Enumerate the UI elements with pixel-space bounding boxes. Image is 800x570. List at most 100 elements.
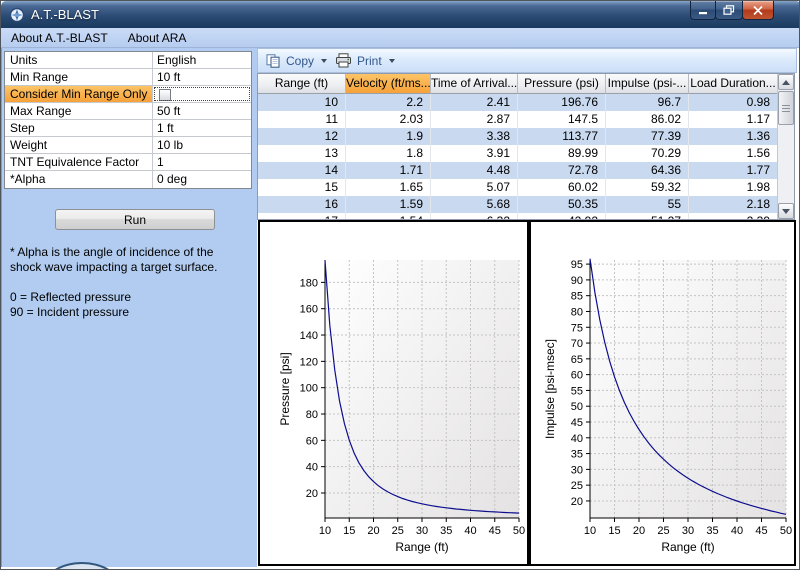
table-cell[interactable]: 15 <box>258 179 346 196</box>
table-cell[interactable]: 70.29 <box>606 145 689 162</box>
property-row[interactable]: Step1 ft <box>5 120 251 137</box>
property-row[interactable]: Weight10 lb <box>5 137 251 154</box>
table-cell[interactable]: 11 <box>258 111 346 128</box>
column-header[interactable]: Load Duration... <box>689 74 778 94</box>
close-button[interactable] <box>742 1 774 20</box>
table-cell[interactable]: 1.36 <box>689 128 778 145</box>
property-value[interactable]: 50 ft <box>153 103 251 119</box>
table-cell[interactable]: 55 <box>606 196 689 213</box>
table-cell[interactable]: 2.03 <box>346 111 431 128</box>
property-row[interactable]: *Alpha0 deg <box>5 171 251 188</box>
property-value[interactable]: 10 ft <box>153 69 251 85</box>
table-cell[interactable]: 1.17 <box>689 111 778 128</box>
property-value[interactable]: 1 <box>153 154 251 170</box>
copy-button[interactable]: Copy <box>266 54 327 68</box>
table-cell[interactable]: 42.92 <box>518 213 606 220</box>
property-value[interactable]: 1 ft <box>153 120 251 136</box>
table-cell[interactable]: 1.98 <box>689 179 778 196</box>
table-cell[interactable]: 2.41 <box>431 94 518 111</box>
svg-text:50: 50 <box>571 401 583 413</box>
app-icon[interactable] <box>9 7 25 23</box>
table-row[interactable]: 161.595.6850.35552.18 <box>258 196 794 213</box>
svg-text:40: 40 <box>306 462 318 474</box>
table-cell[interactable]: 96.7 <box>606 94 689 111</box>
table-cell[interactable]: 1.65 <box>346 179 431 196</box>
table-cell[interactable]: 1.71 <box>346 162 431 179</box>
table-cell[interactable]: 77.39 <box>606 128 689 145</box>
scrollbar-thumb[interactable] <box>778 91 794 125</box>
table-cell[interactable]: 1.56 <box>689 145 778 162</box>
print-button[interactable]: Print <box>335 53 395 68</box>
table-cell[interactable]: 113.77 <box>518 128 606 145</box>
table-cell[interactable]: 1.8 <box>346 145 431 162</box>
table-cell[interactable]: 2.87 <box>431 111 518 128</box>
restore-button[interactable] <box>715 1 743 20</box>
table-row[interactable]: 121.93.38113.7777.391.36 <box>258 128 794 145</box>
menu-about-ara[interactable]: About ARA <box>118 28 197 47</box>
table-row[interactable]: 102.22.41196.7696.70.98 <box>258 94 794 111</box>
property-row[interactable]: UnitsEnglish <box>5 52 251 69</box>
property-value[interactable]: 0 deg <box>153 171 251 188</box>
table-cell[interactable]: 89.99 <box>518 145 606 162</box>
table-cell[interactable]: 50.35 <box>518 196 606 213</box>
table-cell[interactable]: 12 <box>258 128 346 145</box>
svg-text:25: 25 <box>657 525 669 537</box>
column-header[interactable]: Velocity (ft/ms... <box>346 74 431 94</box>
table-cell[interactable]: 5.68 <box>431 196 518 213</box>
table-cell[interactable]: 6.32 <box>431 213 518 220</box>
titlebar: A.T.-BLAST <box>1 1 800 28</box>
column-header[interactable]: Pressure (psi) <box>518 74 606 94</box>
run-button[interactable]: Run <box>55 209 215 230</box>
table-cell[interactable]: 14 <box>258 162 346 179</box>
table-cell[interactable]: 1.9 <box>346 128 431 145</box>
table-cell[interactable]: 16 <box>258 196 346 213</box>
property-value[interactable] <box>153 86 251 102</box>
table-cell[interactable]: 5.07 <box>431 179 518 196</box>
minimize-button[interactable] <box>690 1 716 20</box>
table-cell[interactable]: 1.54 <box>346 213 431 220</box>
scroll-up-button[interactable] <box>778 74 794 90</box>
menu-about-atblast[interactable]: About A.T.-BLAST <box>1 28 118 47</box>
min-range-only-checkbox[interactable] <box>159 89 171 101</box>
table-cell[interactable]: 10 <box>258 94 346 111</box>
table-cell[interactable]: 2.2 <box>346 94 431 111</box>
table-cell[interactable]: 72.78 <box>518 162 606 179</box>
table-cell[interactable]: 4.48 <box>431 162 518 179</box>
table-cell[interactable]: 147.5 <box>518 111 606 128</box>
property-value[interactable]: English <box>153 52 251 68</box>
print-dropdown-icon[interactable] <box>389 59 395 63</box>
table-row[interactable]: 131.83.9189.9970.291.56 <box>258 145 794 162</box>
window-controls <box>691 1 774 20</box>
table-row[interactable]: 141.714.4872.7864.361.77 <box>258 162 794 179</box>
table-cell[interactable]: 64.36 <box>606 162 689 179</box>
table-cell[interactable]: 1.77 <box>689 162 778 179</box>
table-cell[interactable]: 51.27 <box>606 213 689 220</box>
property-row[interactable]: Min Range10 ft <box>5 69 251 86</box>
scroll-down-button[interactable] <box>778 203 794 219</box>
column-header[interactable]: Time of Arrival... <box>431 74 518 94</box>
property-row[interactable]: Max Range50 ft <box>5 103 251 120</box>
table-cell[interactable]: 17 <box>258 213 346 220</box>
table-cell[interactable]: 196.76 <box>518 94 606 111</box>
svg-text:25: 25 <box>392 525 404 537</box>
table-cell[interactable]: 60.02 <box>518 179 606 196</box>
table-cell[interactable]: 3.91 <box>431 145 518 162</box>
table-cell[interactable]: 3.38 <box>431 128 518 145</box>
table-cell[interactable]: 0.98 <box>689 94 778 111</box>
copy-dropdown-icon[interactable] <box>321 59 327 63</box>
property-row[interactable]: Consider Min Range Only <box>5 86 251 103</box>
table-row[interactable]: 171.546.3242.9251.272.39 <box>258 213 794 220</box>
table-cell[interactable]: 59.32 <box>606 179 689 196</box>
table-cell[interactable]: 86.02 <box>606 111 689 128</box>
column-header[interactable]: Impulse (psi-... <box>606 74 689 94</box>
table-scrollbar[interactable] <box>777 74 794 219</box>
table-row[interactable]: 151.655.0760.0259.321.98 <box>258 179 794 196</box>
property-value[interactable]: 10 lb <box>153 137 251 153</box>
table-cell[interactable]: 2.18 <box>689 196 778 213</box>
property-row[interactable]: TNT Equivalence Factor1 <box>5 154 251 171</box>
table-cell[interactable]: 2.39 <box>689 213 778 220</box>
table-cell[interactable]: 13 <box>258 145 346 162</box>
table-cell[interactable]: 1.59 <box>346 196 431 213</box>
table-row[interactable]: 112.032.87147.586.021.17 <box>258 111 794 128</box>
column-header[interactable]: Range (ft) <box>258 74 346 94</box>
